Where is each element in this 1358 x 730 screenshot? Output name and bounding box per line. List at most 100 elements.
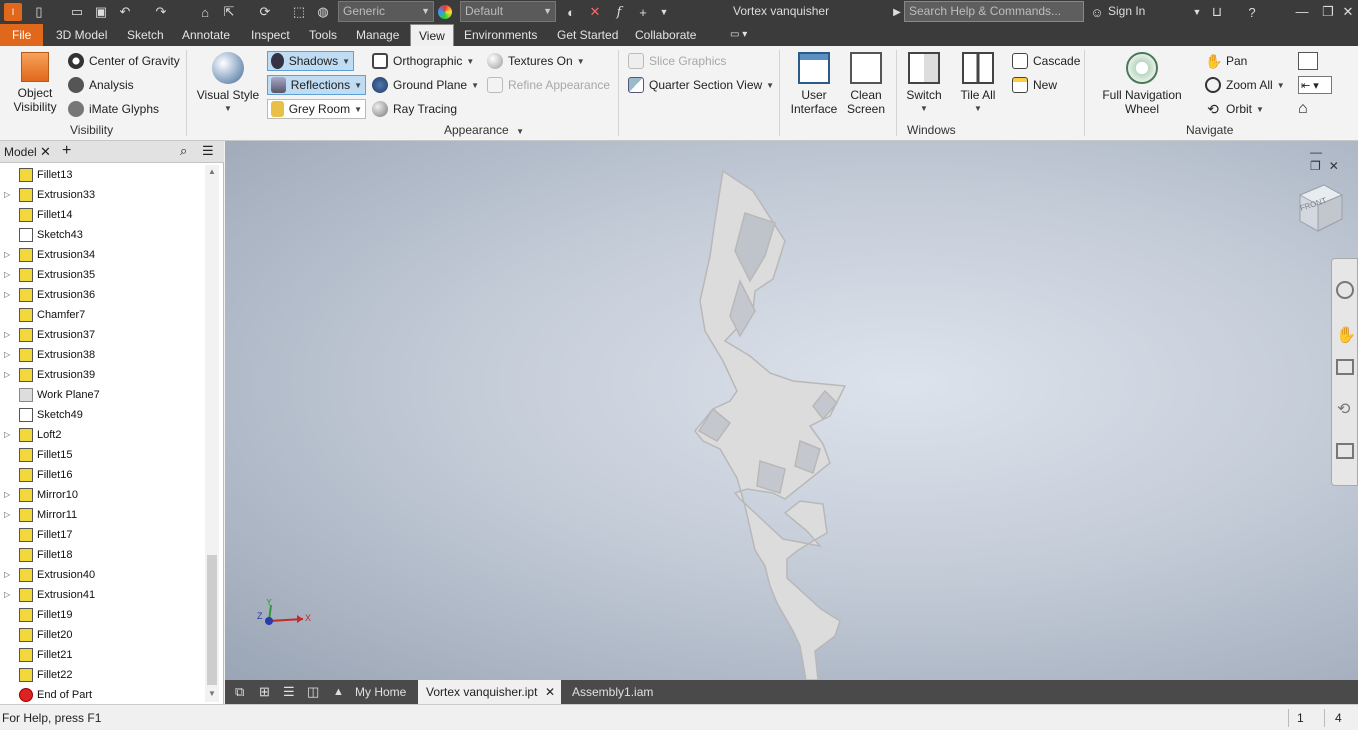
open-folder-icon[interactable]: ▭	[68, 3, 86, 21]
tab-assembly1[interactable]: Assembly1.iam	[564, 680, 661, 704]
home-view-icon[interactable]: ⌂	[1298, 100, 1318, 118]
view-face-icon[interactable]	[1298, 52, 1318, 70]
expand-chevron-icon[interactable]: ▷	[4, 365, 10, 385]
clear-appearance-icon[interactable]: ✕	[586, 3, 604, 21]
select-icon[interactable]: ⬚	[290, 3, 308, 21]
orthographic-button[interactable]: Orthographic ▼	[372, 53, 474, 69]
slice-graphics-button[interactable]: Slice Graphics	[628, 53, 726, 69]
help-icon[interactable]: ?	[1243, 3, 1261, 21]
inventor-logo-icon[interactable]: I	[4, 3, 22, 21]
tab-sketch[interactable]: Sketch	[123, 24, 168, 46]
expand-chevron-icon[interactable]: ▷	[4, 565, 10, 585]
expand-chevron-icon[interactable]: ▷	[4, 245, 10, 265]
model-weapon-render[interactable]	[225, 141, 1358, 680]
home-icon[interactable]: ⌂	[196, 3, 214, 21]
new-window-button[interactable]: New	[1012, 77, 1057, 93]
tree-item[interactable]: ▷ Loft2	[0, 425, 205, 445]
object-visibility-button[interactable]: Object Visibility	[10, 52, 60, 114]
expand-chevron-icon[interactable]: ▷	[4, 265, 10, 285]
tree-item[interactable]: Fillet21	[0, 645, 205, 665]
tree-item[interactable]: Chamfer7	[0, 305, 205, 325]
lighting-style-select[interactable]: Grey Room ▼	[267, 99, 366, 119]
tree-item[interactable]: Fillet16	[0, 465, 205, 485]
cart-icon[interactable]: ⊔	[1208, 3, 1226, 21]
search-icon[interactable]: ⌕	[180, 143, 187, 159]
tree-item[interactable]: ▷ Extrusion39	[0, 365, 205, 385]
quarter-section-view-button[interactable]: Quarter Section View ▼	[628, 77, 774, 93]
look-at-icon[interactable]	[1336, 443, 1354, 459]
cascade-windows-icon[interactable]: ⧉	[227, 680, 252, 704]
tree-item[interactable]: Sketch43	[0, 225, 205, 245]
ribbon-display-toggle-icon[interactable]: ▭ ▾	[726, 24, 751, 46]
analysis-button[interactable]: Analysis	[68, 77, 134, 93]
tree-item[interactable]: ▷ Mirror10	[0, 485, 205, 505]
tree-item[interactable]: ▷ Extrusion36	[0, 285, 205, 305]
browser-scrollbar[interactable]: ▲ ▼	[205, 165, 219, 702]
tree-item[interactable]: Fillet18	[0, 545, 205, 565]
steering-wheel-icon[interactable]	[1336, 281, 1354, 299]
tile-windows-icon[interactable]: ⊞	[251, 680, 278, 704]
tree-item[interactable]: ▷ Extrusion40	[0, 565, 205, 585]
search-input[interactable]: Search Help & Commands...	[904, 1, 1084, 22]
tab-tools[interactable]: Tools	[305, 24, 341, 46]
tree-item[interactable]: Fillet17	[0, 525, 205, 545]
expand-chevron-icon[interactable]: ▷	[4, 325, 10, 345]
tree-item[interactable]: Fillet19	[0, 605, 205, 625]
model-tab[interactable]: Model	[4, 145, 37, 159]
tree-item[interactable]: Sketch49	[0, 405, 205, 425]
textures-on-button[interactable]: Textures On ▼	[487, 53, 585, 69]
tab-manage[interactable]: Manage	[352, 24, 403, 46]
tree-item[interactable]: ▷ Extrusion37	[0, 325, 205, 345]
tree-item[interactable]: Fillet13	[0, 165, 205, 185]
tab-vortex-vanquisher[interactable]: Vortex vanquisher.ipt ✕	[418, 680, 561, 704]
globe-icon[interactable]: ◍	[314, 3, 332, 21]
chevron-down-icon[interactable]: ▼	[342, 57, 350, 66]
save-icon[interactable]: ▣	[92, 3, 110, 21]
expand-chevron-icon[interactable]: ▷	[4, 425, 10, 445]
add-browser-icon[interactable]: +	[62, 142, 71, 160]
close-button[interactable]: ✕	[1336, 2, 1358, 22]
scroll-down-icon[interactable]: ▼	[208, 689, 216, 698]
tree-item[interactable]: End of Part	[0, 685, 205, 705]
imate-glyphs-button[interactable]: iMate Glyphs	[68, 101, 159, 117]
tree-item[interactable]: Fillet14	[0, 205, 205, 225]
new-file-icon[interactable]: ▯	[30, 3, 48, 21]
tree-item[interactable]: ▷ Extrusion34	[0, 245, 205, 265]
expand-chevron-icon[interactable]: ▷	[4, 585, 10, 605]
material-combo[interactable]: Generic ▼	[338, 1, 434, 22]
tab-view[interactable]: View	[410, 24, 454, 46]
user-interface-button[interactable]: User Interface	[788, 52, 840, 116]
expand-chevron-icon[interactable]: ▷	[4, 505, 10, 525]
close-browser-icon[interactable]: ✕	[40, 144, 51, 160]
shadows-button[interactable]: Shadows ▼	[267, 51, 354, 71]
clean-screen-button[interactable]: Clean Screen	[842, 52, 890, 116]
orbit-nav-icon[interactable]: ⟲	[1337, 399, 1350, 419]
tab-inspect[interactable]: Inspect	[247, 24, 294, 46]
tab-collaborate[interactable]: Collaborate	[631, 24, 700, 46]
viewcube[interactable]: FRONT	[1296, 181, 1344, 233]
chevron-down-icon[interactable]: ▼	[354, 81, 362, 90]
add-icon[interactable]: +	[634, 3, 652, 21]
tab-environments[interactable]: Environments	[460, 24, 541, 46]
return-icon[interactable]: ⇱	[220, 3, 238, 21]
tree-item[interactable]: Fillet20	[0, 625, 205, 645]
tab-3d-model[interactable]: 3D Model	[52, 24, 111, 46]
redo-icon[interactable]: ↷	[152, 3, 170, 21]
ground-plane-button[interactable]: Ground Plane ▼	[372, 77, 479, 93]
color-wheel-icon[interactable]	[438, 5, 452, 19]
menu-icon[interactable]: ☰	[202, 143, 214, 159]
tree-item[interactable]: Fillet15	[0, 445, 205, 465]
adjust-appearance-icon[interactable]: ◐	[562, 3, 580, 21]
center-of-gravity-button[interactable]: Center of Gravity	[68, 53, 180, 69]
tab-my-home[interactable]: My Home	[347, 680, 414, 704]
tree-item[interactable]: ▷ Extrusion35	[0, 265, 205, 285]
tree-item[interactable]: Fillet22	[0, 665, 205, 685]
minimize-button[interactable]: —	[1290, 2, 1314, 22]
scroll-thumb[interactable]	[207, 555, 217, 685]
undo-icon[interactable]: ↶	[116, 3, 134, 21]
sign-in-link[interactable]: Sign In	[1108, 4, 1145, 18]
account-chevron-icon[interactable]: ▼	[1188, 3, 1206, 21]
appearance-combo[interactable]: Default ▼	[460, 1, 556, 22]
tree-item[interactable]: ▷ Extrusion38	[0, 345, 205, 365]
full-navigation-wheel-button[interactable]: Full Navigation Wheel	[1094, 52, 1190, 116]
